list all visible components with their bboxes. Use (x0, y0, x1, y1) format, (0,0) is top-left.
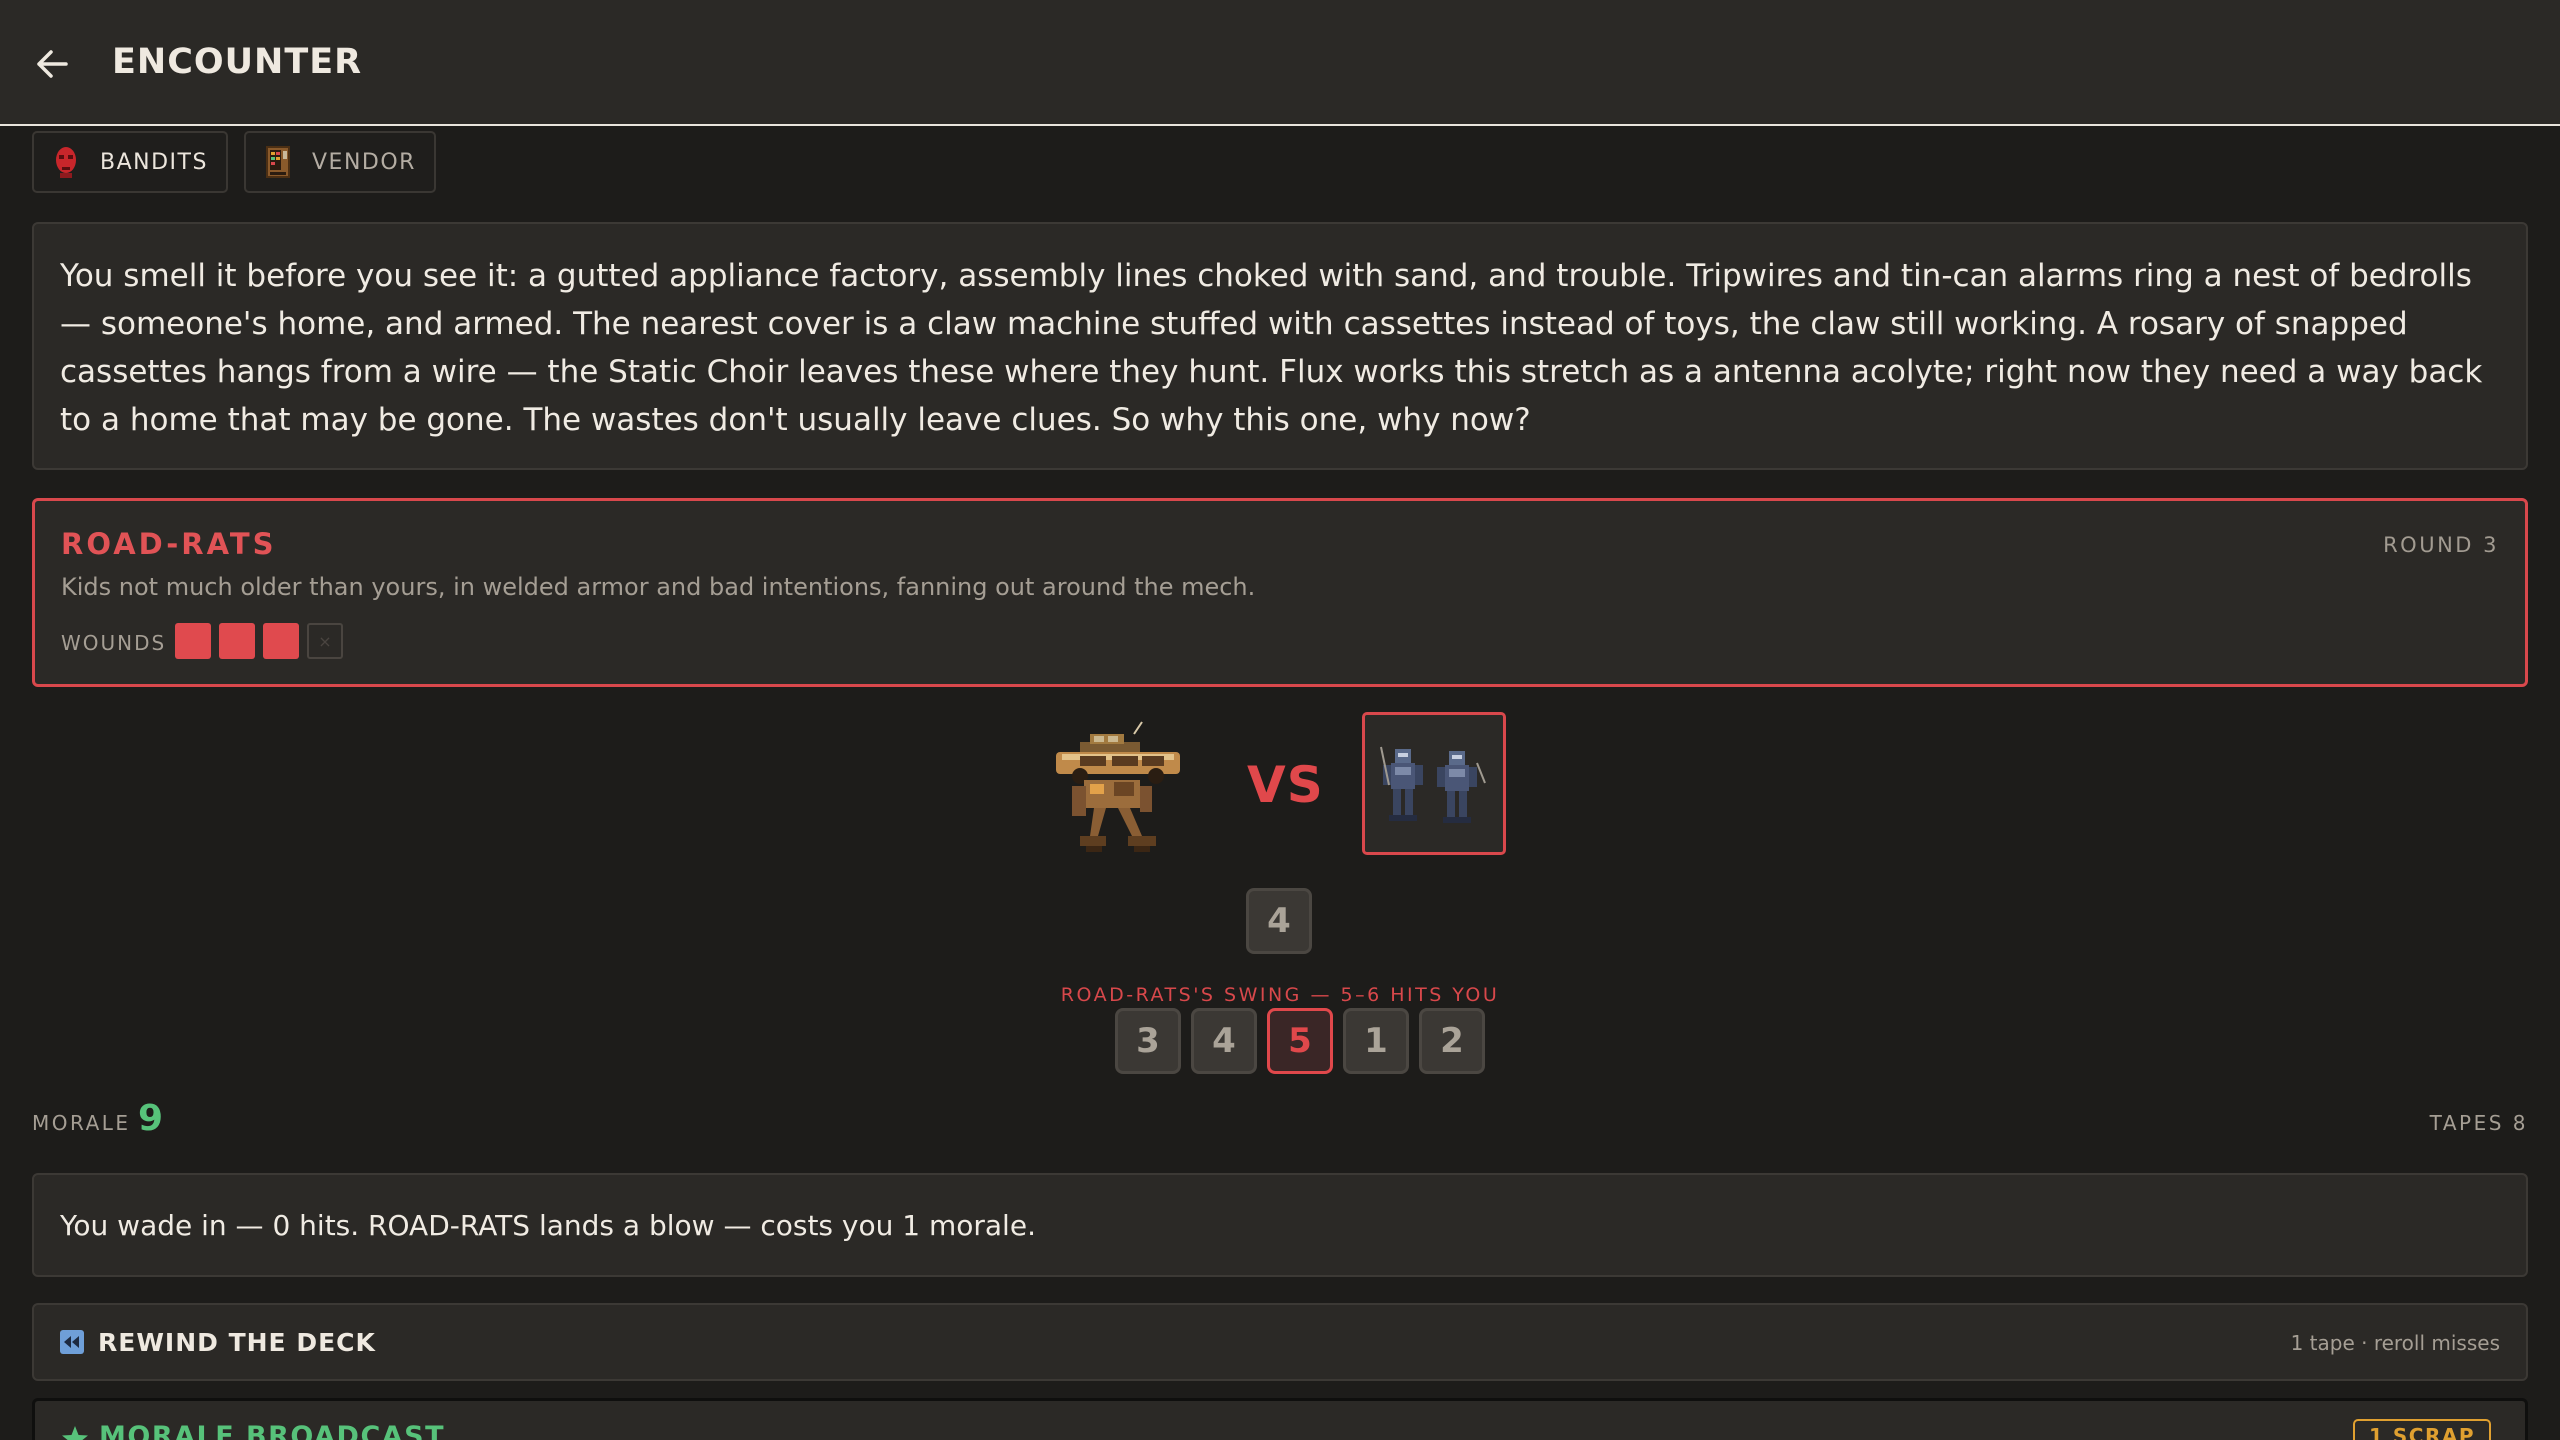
enemy-die: 1 (1343, 1008, 1409, 1074)
wound-filled (263, 623, 299, 659)
tag-vendor[interactable]: VENDOR (244, 131, 436, 193)
top-bar: ENCOUNTER (0, 0, 2560, 126)
enemy-sprite-frame[interactable] (1362, 712, 1506, 855)
enemy-dice-row: 34512 (1115, 1008, 1485, 1074)
arrow-left-icon (37, 50, 68, 78)
tag-label: BANDITS (100, 149, 208, 175)
page-title: ENCOUNTER (112, 42, 363, 82)
enemy-swing-label: ROAD-RATS'S SWING — 5–6 HITS YOU (1060, 984, 1500, 1006)
morale-broadcast-button[interactable]: MORALE BROADCAST 1 SCRAP (32, 1398, 2528, 1440)
player-mech-sprite (1050, 720, 1195, 860)
enemy-die: 4 (1191, 1008, 1257, 1074)
tapes-count: TAPES 8 (2429, 1111, 2528, 1135)
enemy-name: ROAD-RATS (61, 527, 277, 561)
vs-label: VS (1247, 756, 1324, 814)
player-die: 4 (1246, 888, 1312, 954)
enemy-die: 3 (1115, 1008, 1181, 1074)
tag-bandits[interactable]: BANDITS (32, 131, 228, 193)
wounds-track: × (175, 623, 343, 659)
enemy-die: 5 (1267, 1008, 1333, 1074)
rewind-icon (60, 1330, 84, 1354)
rewind-label: REWIND THE DECK (98, 1327, 376, 1357)
wounds-label: WOUNDS (61, 631, 167, 655)
combat-log: You wade in — 0 hits. ROAD-RATS lands a … (32, 1173, 2528, 1277)
narrative-text: You smell it before you see it: a gutted… (32, 222, 2528, 470)
tag-label: VENDOR (312, 149, 416, 175)
enemy-card: ROAD-RATS ROUND 3 Kids not much older th… (32, 498, 2528, 687)
versus-area: VS (0, 700, 2560, 870)
wound-filled (219, 623, 255, 659)
rewind-the-deck-button[interactable]: REWIND THE DECK 1 tape · reroll misses (32, 1303, 2528, 1381)
enemy-die: 2 (1419, 1008, 1485, 1074)
scrap-cost-badge: 1 SCRAP (2353, 1419, 2491, 1440)
road-rats-sprite (1380, 746, 1486, 823)
wound-empty: × (307, 623, 343, 659)
back-button[interactable] (28, 40, 76, 88)
morale-value: 9 (138, 1098, 164, 1139)
round-indicator: ROUND 3 (2383, 533, 2499, 557)
morale-broadcast-label: MORALE BROADCAST (99, 1421, 446, 1440)
red-mask-icon (52, 145, 80, 179)
vending-machine-icon (264, 145, 292, 179)
star-icon (62, 1426, 88, 1440)
rewind-cost: 1 tape · reroll misses (2290, 1331, 2500, 1355)
enemy-description: Kids not much older than yours, in welde… (61, 573, 1256, 601)
morale-label: MORALE (32, 1111, 131, 1135)
wound-filled (175, 623, 211, 659)
